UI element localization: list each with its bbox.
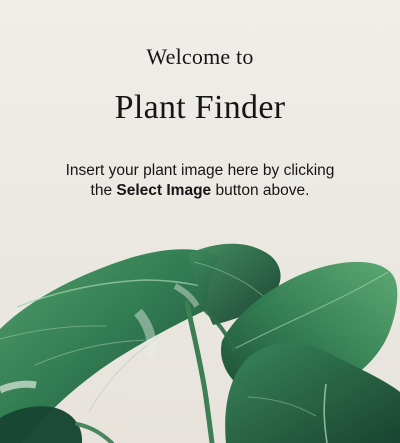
instruction-suffix: button above. (211, 182, 310, 199)
instruction-line-1: Insert your plant image here by clicking (65, 162, 335, 179)
app-title: Plant Finder (114, 89, 286, 126)
instruction-prefix: the (90, 182, 117, 199)
plant-finder-welcome-screen: Welcome to Plant Finder Insert your plan… (0, 0, 400, 443)
select-image-reference: Select Image (116, 182, 212, 199)
welcome-eyebrow: Welcome to (146, 44, 254, 69)
upload-instructions: Insert your plant image here by clicking… (0, 161, 400, 201)
instruction-line-2: the Select Image button above. (0, 181, 400, 201)
